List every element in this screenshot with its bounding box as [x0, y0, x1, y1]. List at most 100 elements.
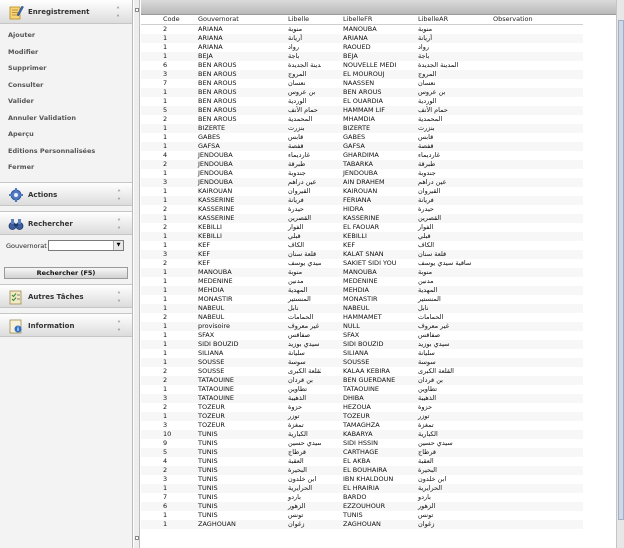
menu-fermer[interactable]: Fermer — [0, 159, 132, 176]
table-row[interactable]: 1 KEF الكاف KEF الكاف — [141, 240, 583, 250]
table-row[interactable]: 1 BEN AROUS بن عروس BEN AROUS بن عروس — [141, 87, 583, 97]
splitter-strip[interactable] — [134, 0, 140, 548]
table-row[interactable]: 4 TUNIS العقبة EL AKBA العقبة — [141, 456, 583, 466]
table-row[interactable]: 2 BEN AROUS المحمدية MHAMDIA المحمدية — [141, 114, 583, 124]
vertical-scrollbar[interactable] — [616, 0, 624, 548]
table-row[interactable]: 1 SILIANA سليانة SILIANA سليانة — [141, 348, 583, 358]
table-row[interactable]: 1 GAFSA قفصة GAFSA قفصة — [141, 141, 583, 151]
panel-information-header[interactable]: Information ˅ ˅ — [0, 313, 132, 337]
table-row[interactable]: 7 BEN AROUS نعسان NAASSEN نعسان — [141, 78, 583, 88]
col-header-libelle[interactable]: Libelle — [266, 15, 321, 25]
table-row[interactable]: 2 JENDOUBA طبرقة TABARKA طبرقة — [141, 159, 583, 169]
cell-code: 3 — [141, 69, 176, 79]
table-row[interactable]: 1 KAIROUAN القيروان KAIROUAN القيروان — [141, 186, 583, 196]
panel-rechercher-header[interactable]: Rechercher ˄ ˄ — [0, 211, 132, 235]
panel-actions-header[interactable]: Actions ˄ ˄ — [0, 182, 132, 206]
chevron-up-icon[interactable]: ˄ ˄ — [117, 219, 121, 235]
table-row[interactable]: 2 KEBILLI الفوار EL FAOUAR الفوار — [141, 222, 583, 232]
splitter-handle-icon[interactable] — [135, 536, 139, 540]
scrollbar-thumb[interactable] — [618, 20, 624, 520]
table-row[interactable]: 1 BEN AROUS الوردية EL OUARDIA الوردية — [141, 96, 583, 106]
menu-modifier[interactable]: Modifier — [0, 44, 132, 61]
table-row[interactable]: 1 MEHDIA المهدية MEHDIA المهدية — [141, 285, 583, 295]
table-row[interactable]: 1 BEJA باجة BEJA باجة — [141, 51, 583, 61]
cell-libelle: نابل — [266, 303, 321, 313]
menu-ajouter[interactable]: Ajouter — [0, 27, 132, 44]
table-row[interactable]: 1 JENDOUBA جندوبة JENDOUBA جندوبة — [141, 168, 583, 178]
table-row[interactable]: 5 BEN AROUS حمام الأنف HAMMAM LIF حمام الأنف — [141, 105, 583, 115]
col-header-libellear[interactable]: LibelleAR — [396, 15, 471, 25]
table-row[interactable]: 1 TATAOUINE تطاوين TATAOUINE تطاوين — [141, 384, 583, 394]
cell-libelle: قابس — [266, 132, 321, 142]
table-row[interactable]: 1 ARIANA أريانة ARIANA أريانة — [141, 33, 583, 43]
cell-libellefr: HAMMAM LIF — [321, 105, 396, 115]
table-row[interactable]: 9 TUNIS سيدي حسين SIDI HSSIN سيدي حسين — [141, 438, 583, 448]
panel-autres-taches-header[interactable]: Autres Tâches ˅ ˅ — [0, 284, 132, 308]
table-row[interactable]: 1 TUNIS الحرايرية EL HRAIRIA الحرايرية — [141, 483, 583, 493]
table-row[interactable]: 2 KASSERINE حيدرة HIDRA حيدرة — [141, 204, 583, 214]
col-header-gouvernorat[interactable]: Gouvernorat — [176, 15, 266, 25]
table-row[interactable]: 1 provisoire غير معروف NULL غير معروف — [141, 321, 583, 331]
cell-code: 2 — [141, 312, 176, 322]
splitter-handle-icon[interactable] — [135, 8, 139, 12]
table-row[interactable]: 1 MONASTIR المنستير MONASTIR المنستير — [141, 294, 583, 304]
col-header-observation[interactable]: Observation — [471, 15, 583, 25]
table-row[interactable]: 2 TOZEUR حزوة HEZOUA حزوة — [141, 402, 583, 412]
table-row[interactable]: 2KEFساقية سيدي يوسفSAKIET SIDI YOUSSEFسا… — [141, 258, 583, 268]
table-row[interactable]: 1 MANOUBA منوبة MANOUBA منوبة — [141, 267, 583, 277]
table-row[interactable]: 3 TOZEUR تمغزة TAMAGHZA تمغزة — [141, 420, 583, 430]
table-row[interactable]: 1 SFAX صفاقس SFAX صفاقس — [141, 330, 583, 340]
table-row[interactable]: 1 TOZEUR توزر TOZEUR توزر — [141, 411, 583, 421]
cell-libellear: سليانة — [396, 348, 471, 358]
table-row[interactable]: 1 SOUSSE سوسة SOUSSE سوسة — [141, 357, 583, 367]
menu-editions-personnalisees[interactable]: Editions Personnalisées — [0, 143, 132, 160]
table-row[interactable]: 1 MEDENINE مدنين MEDENINE مدنين — [141, 276, 583, 286]
table-row[interactable]: 6BEN AROUSالمدينة الجديدةNOUVELLE MEDINA… — [141, 60, 583, 70]
table-row[interactable]: 1 ZAGHOUAN زغوان ZAGHOUAN زغوان — [141, 519, 583, 529]
menu-valider[interactable]: Valider — [0, 93, 132, 110]
cell-code: 7 — [141, 492, 176, 502]
table-row[interactable]: 1 BIZERTE بنزرت BIZERTE بنزرت — [141, 123, 583, 133]
menu-supprimer[interactable]: Supprimer — [0, 60, 132, 77]
menu-apercu[interactable]: Aperçu — [0, 126, 132, 143]
col-header-libellefr[interactable]: LibelleFR — [321, 15, 396, 25]
rechercher-button[interactable]: Rechercher (F5) — [4, 267, 128, 279]
table-row[interactable]: 3 TUNIS ابن خلدون IBN KHALDOUN ابن خلدون — [141, 474, 583, 484]
cell-libellear: قابس — [396, 132, 471, 142]
table-row[interactable]: 1 KASSERINE فريانة FERIANA فريانة — [141, 195, 583, 205]
table-row[interactable]: 6 TUNIS الزهور EZZOUHOUR الزهور — [141, 501, 583, 511]
table-row[interactable]: 3 KEF قلعة سنان KALAT SNAN قلعة سنان — [141, 249, 583, 259]
table-row[interactable]: 2 ARIANA منوبة MANOUBA منوبة — [141, 24, 583, 34]
panel-enregistrement-header[interactable]: Enregistrement ˄ ˄ — [0, 0, 132, 24]
table-row[interactable]: 1 SIDI BOUZID سيدي بوزيد SIDI BOUZID سيدي بو… — [141, 339, 583, 349]
table-row[interactable]: 1 KASSERINE القصرين KASSERINE القصرين — [141, 213, 583, 223]
chevron-down-icon[interactable]: ▼ — [113, 241, 123, 250]
table-row[interactable]: 10 TUNIS الكبارية KABARYA الكبارية — [141, 429, 583, 439]
table-row[interactable]: 7 TUNIS باردو BARDO باردو — [141, 492, 583, 502]
table-row[interactable]: 1 NABEUL نابل NABEUL نابل — [141, 303, 583, 313]
table-row[interactable]: 3 TATAOUINE الذهيبة DHIBA الذهيبة — [141, 393, 583, 403]
table-row[interactable]: 1 ARIANA رواد RAOUED رواد — [141, 42, 583, 52]
chevron-down-icon[interactable]: ˅ ˅ — [117, 321, 121, 337]
table-row[interactable]: 2 NABEUL الحمامات HAMMAMET الحمامات — [141, 312, 583, 322]
table-row[interactable]: 1 GABES قابس GABES قابس — [141, 132, 583, 142]
cell-libellefr: TUNIS — [321, 510, 396, 520]
table-row[interactable]: 3 JENDOUBA عين دراهم AIN DRAHEM عين دراهم — [141, 177, 583, 187]
table-row[interactable]: 5 TUNIS قرطاج CARTHAGE قرطاج — [141, 447, 583, 457]
table-row[interactable]: 2 TUNIS البحيرة EL BOUHAIRA البحيرة — [141, 465, 583, 475]
chevron-up-icon[interactable]: ˄ ˄ — [117, 190, 121, 206]
chevron-down-icon[interactable]: ˅ ˅ — [117, 292, 121, 308]
col-header-code[interactable]: Code — [141, 15, 180, 25]
table-row[interactable]: 1 KEBILLI قبلي KEBILLI قبلي — [141, 231, 583, 241]
table-row[interactable]: 4 JENDOUBA غارديماء GHARDIMA غارديماء — [141, 150, 583, 160]
menu-consulter[interactable]: Consulter — [0, 77, 132, 94]
table-row[interactable]: 3 BEN AROUS المروج EL MOUROUJ المروج — [141, 69, 583, 79]
menu-annuler-validation[interactable]: Annuler Validation — [0, 110, 132, 127]
table-row[interactable]: 2 TATAOUINE بن قردان BEN GUERDANE بن قردان — [141, 375, 583, 385]
chevron-up-icon[interactable]: ˄ ˄ — [116, 7, 120, 23]
table-row[interactable]: 1 TUNIS تونس TUNIS تونس — [141, 510, 583, 520]
cell-libellear: الكبارية — [396, 429, 471, 439]
edit-document-icon — [9, 5, 24, 20]
gouvernorat-select[interactable]: ▼ — [48, 240, 124, 251]
table-row[interactable]: 2 SOUSSE القلعة الكبرى KALAA KEBIRA القلعة ا… — [141, 366, 583, 376]
